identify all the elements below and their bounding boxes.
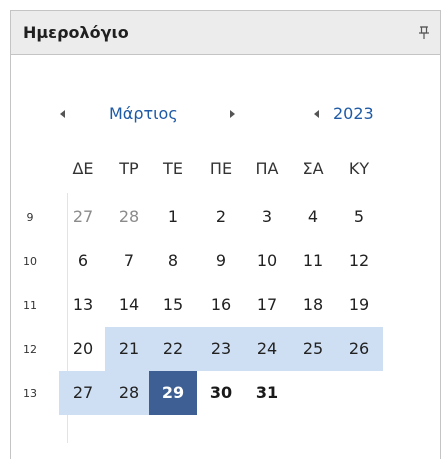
next-month-button[interactable] — [226, 108, 238, 120]
prev-year-button[interactable] — [311, 108, 323, 120]
calendar-day[interactable]: 24 — [249, 331, 285, 367]
weekday-header: ΠΑ — [255, 159, 279, 178]
triangle-left-icon — [60, 110, 65, 118]
calendar-day[interactable]: 5 — [341, 199, 377, 235]
month-label[interactable]: Μάρτιος — [109, 104, 178, 124]
prev-month-button[interactable] — [57, 108, 69, 120]
triangle-right-icon — [230, 110, 235, 118]
calendar-day-selected[interactable]: 29 — [155, 375, 191, 411]
calendar-day[interactable]: 17 — [249, 287, 285, 323]
calendar-day[interactable]: 15 — [155, 287, 191, 323]
calendar-day[interactable]: 16 — [203, 287, 239, 323]
triangle-left-icon — [314, 110, 319, 118]
week-number: 12 — [23, 343, 37, 356]
calendar-day[interactable]: 12 — [341, 243, 377, 279]
weekday-header: ΔΕ — [72, 159, 94, 178]
calendar-day[interactable]: 3 — [249, 199, 285, 235]
calendar-day[interactable]: 2 — [203, 199, 239, 235]
calendar-panel: Ημερολόγιο Μάρτιος 2023 ΔΕ ΤΡ ΤΕ ΠΕ ΠΑ Σ… — [10, 10, 441, 459]
calendar-day[interactable]: 4 — [295, 199, 331, 235]
calendar-day[interactable]: 27 — [65, 199, 101, 235]
weekday-header: ΣΑ — [302, 159, 324, 178]
calendar-day[interactable]: 9 — [203, 243, 239, 279]
year-label[interactable]: 2023 — [333, 104, 374, 124]
weekday-header: ΤΡ — [119, 159, 139, 178]
panel-header: Ημερολόγιο — [11, 11, 440, 55]
calendar-day[interactable]: 28 — [111, 375, 147, 411]
calendar-day[interactable]: 20 — [65, 331, 101, 367]
calendar-day[interactable]: 14 — [111, 287, 147, 323]
week-number: 13 — [23, 387, 37, 400]
weekday-header: ΚΥ — [348, 159, 370, 178]
calendar-day[interactable]: 27 — [65, 375, 101, 411]
calendar-day[interactable]: 11 — [295, 243, 331, 279]
week-number: 9 — [26, 211, 34, 224]
week-number: 11 — [23, 299, 37, 312]
calendar-day[interactable]: 28 — [111, 199, 147, 235]
pin-icon[interactable] — [414, 23, 434, 43]
panel-title: Ημερολόγιο — [23, 23, 129, 42]
week-number: 10 — [23, 255, 37, 268]
calendar-day[interactable]: 7 — [111, 243, 147, 279]
calendar-day[interactable]: 25 — [295, 331, 331, 367]
calendar-day[interactable]: 1 — [155, 199, 191, 235]
weekday-header: ΤΕ — [163, 159, 183, 178]
calendar-day[interactable]: 23 — [203, 331, 239, 367]
calendar-day[interactable]: 31 — [249, 375, 285, 411]
calendar-day[interactable]: 8 — [155, 243, 191, 279]
calendar-day[interactable]: 21 — [111, 331, 147, 367]
calendar-day[interactable]: 19 — [341, 287, 377, 323]
calendar-day[interactable]: 18 — [295, 287, 331, 323]
calendar-day[interactable]: 30 — [203, 375, 239, 411]
weekday-header: ΠΕ — [209, 159, 233, 178]
calendar-day[interactable]: 13 — [65, 287, 101, 323]
calendar-day[interactable]: 6 — [65, 243, 101, 279]
calendar-day[interactable]: 10 — [249, 243, 285, 279]
calendar-day[interactable]: 26 — [341, 331, 377, 367]
calendar-day[interactable]: 22 — [155, 331, 191, 367]
